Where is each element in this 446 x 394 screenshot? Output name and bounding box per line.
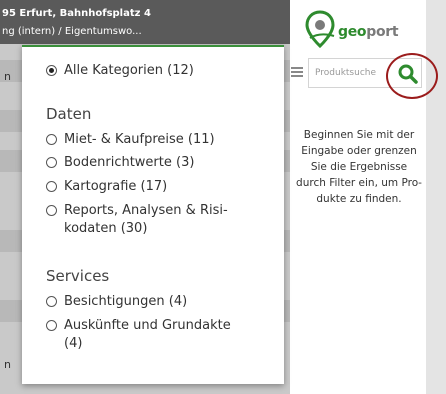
background-text: n (4, 70, 11, 83)
menu-icon[interactable] (291, 67, 303, 77)
filter-option-label-line1: Reports, Analysen & Risi- (64, 203, 228, 218)
filter-option-all[interactable]: Alle Kategorien (12) (46, 62, 194, 80)
location-header: 95 Erfurt, Bahnhofsplatz 4 ng (intern) /… (0, 0, 290, 44)
location-address: 95 Erfurt, Bahnhofsplatz 4 (2, 8, 151, 19)
filter-option-reports[interactable]: Reports, Analysen & Risi- kodaten (30) (46, 202, 228, 238)
radio-icon[interactable] (46, 205, 57, 216)
filter-option-label-line1: Auskünfte und Grundakte (64, 318, 231, 333)
radio-icon[interactable] (46, 134, 57, 145)
background-text: n (4, 358, 11, 371)
location-subtitle: ng (intern) / Eigentumswo... (2, 26, 142, 37)
filter-option-bodenrichtwerte[interactable]: Bodenrichtwerte (3) (46, 154, 194, 172)
section-heading-daten: Daten (46, 105, 92, 123)
radio-icon[interactable] (46, 181, 57, 192)
filter-option-label-line2: (4) (64, 336, 83, 351)
highlight-ring (386, 53, 438, 99)
filter-option-label-line2: kodaten (30) (64, 221, 148, 236)
product-search-input[interactable] (315, 65, 397, 81)
filter-option-miet-kaufpreise[interactable]: Miet- & Kaufpreise (11) (46, 131, 215, 149)
filter-option-label: Alle Kategorien (12) (64, 63, 194, 78)
filter-option-auskuenfte-grundakte[interactable]: Auskünfte und Grundakte (4) (46, 317, 231, 353)
filter-option-besichtigungen[interactable]: Besichtigungen (4) (46, 293, 187, 311)
radio-icon[interactable] (46, 157, 57, 168)
filter-option-label: Miet- & Kaufpreise (11) (64, 132, 215, 147)
filter-option-label: Bodenrichtwerte (3) (64, 155, 195, 170)
section-heading-services: Services (46, 267, 110, 285)
radio-icon[interactable] (46, 320, 57, 331)
logo-text-port: port (366, 24, 399, 40)
radio-selected-icon[interactable] (46, 65, 57, 76)
logo-text-geo: geo (338, 24, 367, 40)
radio-icon[interactable] (46, 296, 57, 307)
logo-wordmark: geoport (338, 24, 399, 40)
filter-option-label: Besichtigungen (4) (64, 294, 188, 309)
filter-option-kartografie[interactable]: Kartografie (17) (46, 178, 167, 196)
category-filter-dropdown: Alle Kategorien (12) Daten Miet- & Kaufp… (22, 45, 284, 384)
search-hint-text: Beginnen Sie mit der Eingabe oder grenze… (296, 129, 422, 205)
filter-option-label: Kartografie (17) (64, 179, 168, 194)
